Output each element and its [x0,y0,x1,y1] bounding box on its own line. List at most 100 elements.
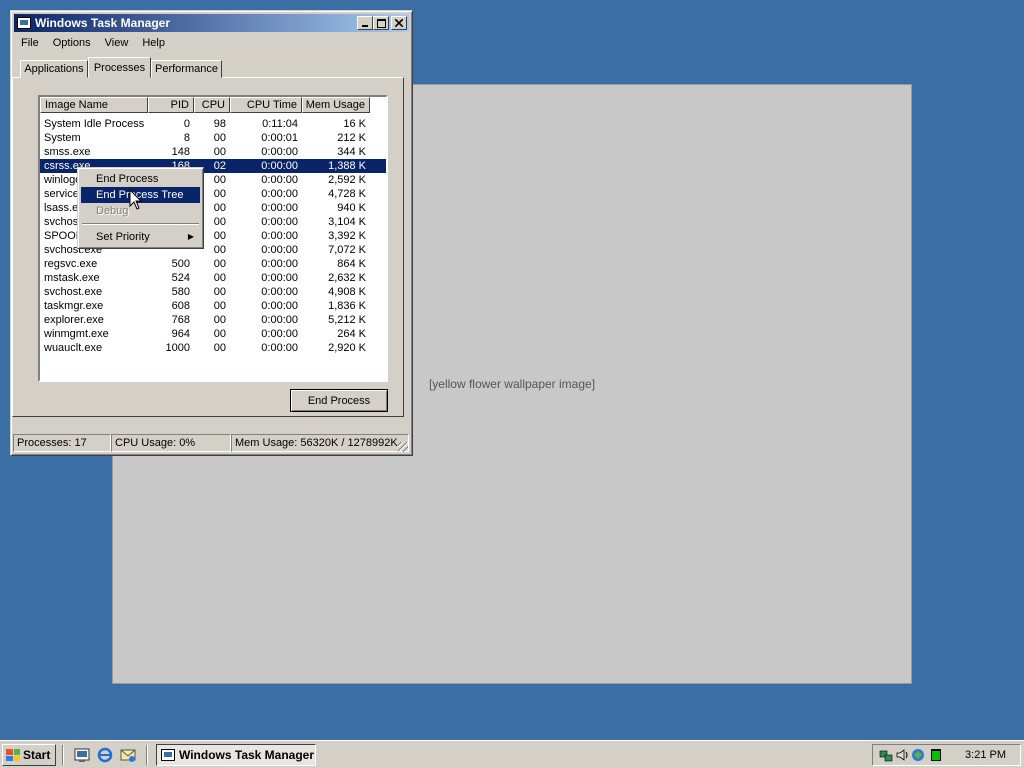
cell-mem-usage: 940 K [337,202,366,214]
menu-help[interactable]: Help [135,37,172,49]
cell-cpu-time: 0:00:00 [261,202,298,214]
cell-pid: 500 [171,258,190,270]
table-row[interactable]: smss.exe 148 00 0:00:00 344 K [40,145,386,159]
cell-pid: 8 [183,132,190,144]
tab-applications[interactable]: Applications [20,60,88,78]
cell-cpu: 98 [213,118,226,130]
cell-mem-usage: 212 K [337,132,366,144]
cpu-meter-icon[interactable] [929,748,943,762]
cell-image-name: System [44,132,81,144]
taskbar-divider [62,745,64,765]
cell-mem-usage: 344 K [337,146,366,158]
cell-image-name: winmgmt.exe [44,328,109,340]
network-icon[interactable] [879,748,893,762]
column-cpu-time[interactable]: CPU Time [230,97,302,113]
cell-image-name: svchost.exe [44,286,103,298]
cell-mem-usage: 4,908 K [328,286,366,298]
cell-cpu: 00 [213,314,226,326]
menu-bar: File Options View Help [14,34,409,52]
cell-pid: 768 [171,314,190,326]
start-label: Start [23,748,51,762]
show-desktop-icon[interactable] [74,747,90,763]
clock[interactable]: 3:21 PM [965,749,1006,761]
close-icon [395,19,403,27]
table-row[interactable]: System 8 00 0:00:01 212 K [40,131,386,145]
cell-pid: 608 [171,300,190,312]
minimize-button[interactable] [357,16,373,30]
cell-mem-usage: 1,836 K [328,300,366,312]
table-row[interactable]: mstask.exe 524 00 0:00:00 2,632 K [40,271,386,285]
cell-cpu: 00 [213,300,226,312]
tab-processes[interactable]: Processes [88,57,151,78]
column-pid[interactable]: PID [148,97,194,113]
cell-cpu: 00 [213,132,226,144]
column-cpu[interactable]: CPU [194,97,230,113]
internet-explorer-icon[interactable] [97,747,113,763]
end-process-button[interactable]: End Process [290,389,388,412]
taskbar-task-manager-button[interactable]: Windows Task Manager [156,744,316,766]
maximize-button[interactable] [373,16,389,30]
menu-view[interactable]: View [98,37,136,49]
start-button[interactable]: Start [2,744,56,766]
cell-cpu: 00 [213,146,226,158]
cell-cpu-time: 0:00:00 [261,258,298,270]
table-row[interactable]: wuauclt.exe 1000 00 0:00:00 2,920 K [40,341,386,355]
cell-cpu-time: 0:00:00 [261,328,298,340]
cell-mem-usage: 4,728 K [328,188,366,200]
close-button[interactable] [391,16,407,30]
cell-pid: 0 [183,118,190,130]
cell-pid: 964 [171,328,190,340]
cell-cpu: 00 [213,258,226,270]
table-row[interactable]: regsvc.exe 500 00 0:00:00 864 K [40,257,386,271]
cell-pid: 580 [171,286,190,298]
volume-icon[interactable] [895,748,909,762]
cell-cpu-time: 0:00:00 [261,216,298,228]
ctx-set-priority[interactable]: Set Priority ▶ [81,229,200,245]
windows-logo-icon [6,749,20,761]
cell-mem-usage: 1,388 K [328,160,366,172]
cell-cpu-time: 0:00:00 [261,174,298,186]
cell-mem-usage: 3,104 K [328,216,366,228]
cell-pid: 1000 [165,342,190,354]
resize-grip[interactable] [398,442,408,452]
cell-cpu-time: 0:00:00 [261,342,298,354]
title-bar[interactable]: Windows Task Manager [14,14,409,32]
cell-cpu-time: 0:00:00 [261,286,298,298]
table-row[interactable]: taskmgr.exe 608 00 0:00:00 1,836 K [40,299,386,313]
table-row[interactable]: svchost.exe 580 00 0:00:00 4,908 K [40,285,386,299]
cell-cpu-time: 0:00:00 [261,314,298,326]
cell-image-name: taskmgr.exe [44,300,104,312]
cell-cpu: 00 [213,342,226,354]
table-row[interactable]: winmgmt.exe 964 00 0:00:00 264 K [40,327,386,341]
column-image-name[interactable]: Image Name [40,97,148,113]
cell-pid: 524 [171,272,190,284]
cell-cpu: 00 [213,286,226,298]
menu-options[interactable]: Options [46,37,98,49]
cell-cpu-time: 0:00:00 [261,244,298,256]
cell-mem-usage: 7,072 K [328,244,366,256]
cell-image-name: regsvc.exe [44,258,98,270]
column-mem-usage[interactable]: Mem Usage [302,97,370,113]
cell-image-name: mstask.exe [44,272,100,284]
task-button-label: Windows Task Manager [179,748,315,762]
cell-cpu-time: 0:00:00 [261,300,298,312]
cell-cpu-time: 0:00:00 [261,160,298,172]
cell-image-name: wuauclt.exe [44,342,103,354]
cell-mem-usage: 2,632 K [328,272,366,284]
table-row[interactable]: System Idle Process 0 98 0:11:04 16 K [40,117,386,131]
window-title: Windows Task Manager [35,16,171,30]
outlook-express-icon[interactable] [120,747,136,763]
cell-mem-usage: 5,212 K [328,314,366,326]
ctx-separator [82,223,199,225]
status-cpu-usage: CPU Usage: 0% [111,434,231,452]
ctx-end-process[interactable]: End Process [81,171,200,187]
cell-mem-usage: 3,392 K [328,230,366,242]
tab-performance[interactable]: Performance [151,60,222,78]
table-row[interactable]: explorer.exe 768 00 0:00:00 5,212 K [40,313,386,327]
task-manager-icon [161,749,175,761]
taskbar-divider-2 [146,745,148,765]
menu-file[interactable]: File [14,37,46,49]
task-manager-icon [17,17,31,29]
windows-update-icon[interactable] [911,748,925,762]
minimize-icon [362,25,368,27]
